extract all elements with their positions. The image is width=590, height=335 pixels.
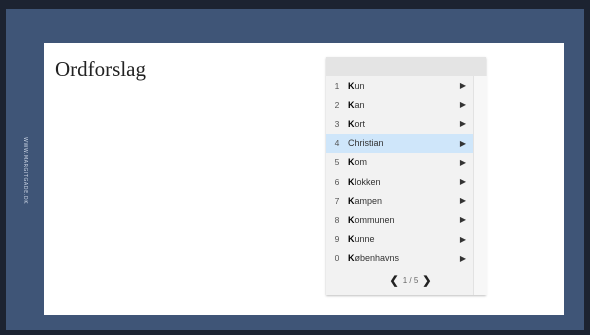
suggestion-word: Kort — [348, 119, 453, 129]
suggestion-number: 3 — [334, 118, 340, 129]
expand-arrow-icon[interactable]: ▶ — [453, 235, 473, 244]
suggestion-number: 5 — [334, 157, 340, 168]
panel-header — [326, 57, 486, 76]
expand-arrow-icon[interactable]: ▶ — [453, 100, 473, 109]
suggestion-rest: om — [354, 157, 368, 168]
expand-arrow-icon[interactable]: ▶ — [453, 158, 473, 167]
suggestion-rest: ommunen — [354, 214, 395, 225]
suggestion-row[interactable]: 0 Københavns ▶ — [326, 249, 473, 268]
suggestion-number: 7 — [334, 195, 340, 206]
suggestion-row[interactable]: 8 Kommunen ▶ — [326, 210, 473, 229]
suggestion-number: 9 — [334, 234, 340, 245]
panel-side-column — [473, 76, 487, 295]
suggestion-row[interactable]: 1 Kun ▶ — [326, 76, 473, 95]
suggestion-rest: ort — [354, 118, 366, 129]
slide-frame: WWW.MARGITGADE.DK Ordforslag 1 Kun ▶ 2 Kan ▶ 3… — [6, 9, 584, 330]
expand-arrow-icon[interactable]: ▶ — [453, 254, 473, 263]
website-vertical-text: WWW.MARGITGADE.DK — [22, 137, 28, 204]
suggestion-number: 6 — [334, 176, 340, 187]
suggestion-number: 8 — [334, 214, 340, 225]
suggestion-rest: øbenhavns — [354, 253, 400, 264]
suggestion-number: 0 — [334, 253, 340, 264]
expand-arrow-icon[interactable]: ▶ — [453, 215, 473, 224]
suggestion-rest: an — [354, 99, 365, 110]
suggestion-number: 1 — [334, 80, 340, 91]
pager: ❮ 1 / 5 ❯ — [348, 270, 473, 290]
slide-title: Ordforslag — [55, 57, 146, 81]
suggestion-row[interactable]: 5 Kom ▶ — [326, 153, 473, 172]
expand-arrow-icon[interactable]: ▶ — [453, 196, 473, 205]
suggestion-word: Klokken — [348, 177, 453, 187]
suggestion-word: Kun — [348, 81, 453, 91]
suggestion-rest: unne — [354, 234, 375, 245]
suggestion-row[interactable]: 4 Christian ▶ — [326, 133, 473, 153]
word-suggestion-panel: 1 Kun ▶ 2 Kan ▶ 3 Kort ▶ 4 Christian ▶ 5 Kom ▶ 6 Klokken… — [326, 57, 487, 295]
suggestion-row[interactable]: 6 Klokken ▶ — [326, 172, 473, 191]
suggestion-word: Københavns — [348, 253, 453, 263]
suggestion-row[interactable]: 3 Kort ▶ — [326, 114, 473, 133]
next-page-button[interactable]: ❯ — [422, 274, 431, 287]
suggestion-rest: un — [354, 80, 365, 91]
suggestion-rest: lokken — [354, 176, 381, 187]
suggestion-row[interactable]: 9 Kunne ▶ — [326, 230, 473, 249]
suggestion-number: 2 — [334, 99, 340, 110]
suggestion-number: 4 — [334, 138, 340, 149]
page-indicator: 1 / 5 — [402, 275, 419, 285]
suggestion-rest: Christian — [348, 138, 384, 149]
expand-arrow-icon[interactable]: ▶ — [453, 139, 473, 148]
suggestion-word: Kampen — [348, 196, 453, 206]
suggestion-word: Christian — [348, 138, 453, 148]
prev-page-button[interactable]: ❮ — [389, 274, 398, 287]
suggestion-row[interactable]: 2 Kan ▶ — [326, 95, 473, 114]
suggestion-list: 1 Kun ▶ 2 Kan ▶ 3 Kort ▶ 4 Christian ▶ 5 Kom ▶ 6 Klokken… — [326, 76, 473, 268]
suggestion-word: Kommunen — [348, 215, 453, 225]
expand-arrow-icon[interactable]: ▶ — [453, 177, 473, 186]
expand-arrow-icon[interactable]: ▶ — [453, 119, 473, 128]
slide-canvas: Ordforslag 1 Kun ▶ 2 Kan ▶ 3 Kort ▶ 4 Christian ▶ 5 K… — [44, 43, 564, 315]
suggestion-word: Kom — [348, 157, 453, 167]
suggestion-row[interactable]: 7 Kampen ▶ — [326, 191, 473, 210]
expand-arrow-icon[interactable]: ▶ — [453, 81, 473, 90]
suggestion-word: Kunne — [348, 234, 453, 244]
suggestion-word: Kan — [348, 100, 453, 110]
suggestion-rest: ampen — [354, 195, 383, 206]
